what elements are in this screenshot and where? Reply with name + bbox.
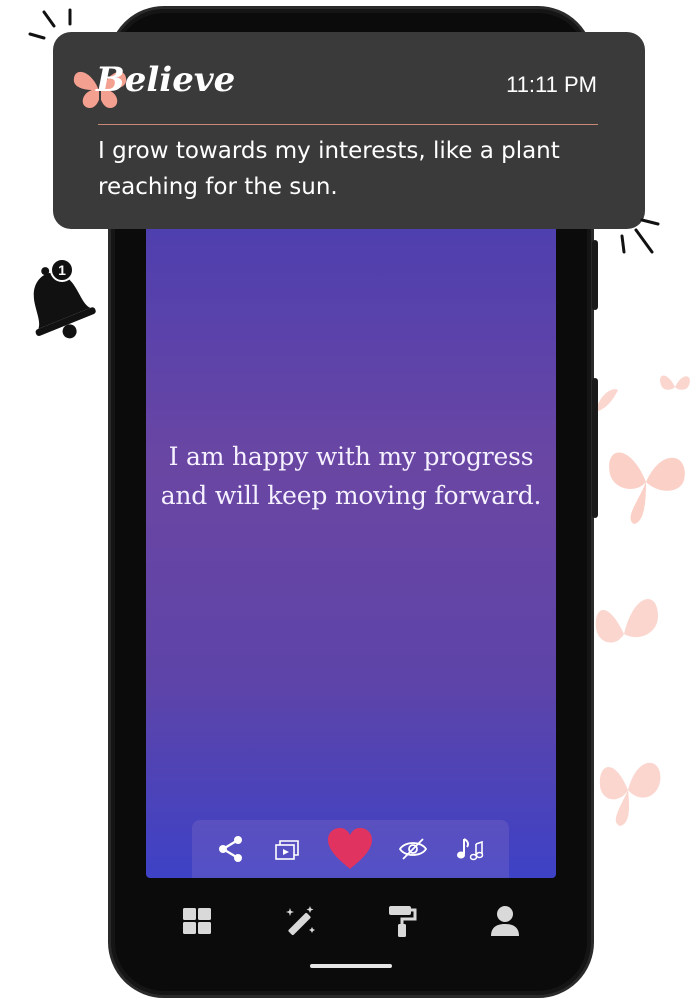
sparkle-lines-icon <box>620 218 660 254</box>
grid-icon <box>183 908 212 934</box>
stage: I am happy with my progress and will kee… <box>0 0 700 1000</box>
user-icon <box>490 906 519 936</box>
notification-app-name: Believe <box>96 60 236 100</box>
bottom-navigation <box>146 888 556 954</box>
bell-badge-count: 1 <box>58 262 66 278</box>
slideshow-icon <box>275 840 299 860</box>
magic-wand-icon <box>285 906 315 936</box>
slideshow-button[interactable] <box>268 829 308 869</box>
background-butterfly-icon <box>599 762 661 826</box>
nav-categories[interactable] <box>175 899 219 943</box>
hide-button[interactable] <box>393 829 433 869</box>
paint-roller-icon <box>389 906 417 937</box>
background-butterfly-icon <box>660 375 690 390</box>
notification-time: 11:11 PM <box>506 72 597 97</box>
share-button[interactable] <box>211 829 251 869</box>
nav-themes[interactable] <box>380 899 424 943</box>
affirmation-screen[interactable] <box>146 215 556 878</box>
nav-profile[interactable] <box>483 899 527 943</box>
background-butterfly-icon <box>595 598 658 643</box>
nav-magic[interactable] <box>278 899 322 943</box>
bell-icon: 1 <box>33 258 96 339</box>
notification-message: I grow towards my interests, like a plan… <box>98 138 560 200</box>
music-button[interactable] <box>450 829 490 869</box>
notification-divider <box>98 124 598 125</box>
volume-button <box>592 378 598 518</box>
action-bar <box>192 820 509 878</box>
affirmation-text: I am happy with my progress and will kee… <box>160 442 542 510</box>
heart-icon <box>328 828 373 869</box>
share-icon <box>218 836 242 862</box>
eye-off-icon <box>398 838 427 860</box>
power-button <box>592 240 598 310</box>
background-butterfly-icon <box>609 452 685 524</box>
favorite-button[interactable] <box>325 824 375 874</box>
music-note-icon <box>457 838 484 861</box>
sparkle-lines-icon <box>28 8 72 40</box>
home-indicator[interactable] <box>310 964 392 968</box>
